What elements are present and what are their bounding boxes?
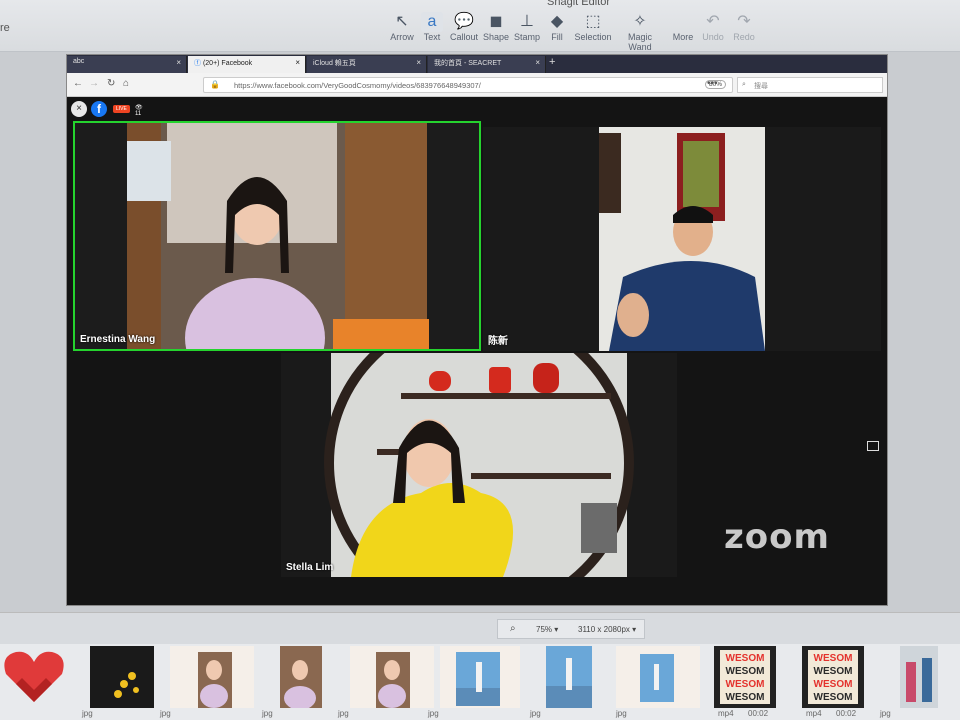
participant-name: Ernestina Wang xyxy=(80,334,156,345)
tray-item[interactable]: jpg xyxy=(262,646,322,718)
close-icon[interactable]: × xyxy=(416,58,421,67)
selection-icon: ⬚ xyxy=(585,13,601,30)
thumbnail xyxy=(900,646,938,708)
redo-icon: ↷ xyxy=(737,13,751,30)
tab-icloud[interactable]: iCloud 賴五頁 × xyxy=(307,56,427,73)
search-icon[interactable]: ⌕ xyxy=(510,623,516,634)
new-tab-button[interactable]: + xyxy=(549,56,555,68)
url-input[interactable]: 🔒 https://www.facebook.com/VeryGoodCosmo… xyxy=(203,77,733,93)
viewer-count: 👁 11 xyxy=(135,105,143,117)
thumbnail: WESOM WESOM WESOM WESOM xyxy=(714,646,776,708)
search-input[interactable]: ⌕ 搜尋 xyxy=(737,77,883,93)
close-icon[interactable]: × xyxy=(71,101,87,117)
participant-name: Stella Lim xyxy=(286,562,334,573)
participant-video xyxy=(324,353,634,577)
participant-tile-chenxin[interactable]: 陈新 xyxy=(483,127,881,351)
address-bar: ← → ↻ ⌂ 🔒 https://www.facebook.com/VeryG… xyxy=(67,73,887,97)
tray-item[interactable]: jpg xyxy=(160,646,254,718)
thumbnail xyxy=(350,646,434,708)
status-bar: ⌕ 75% ▾ 3110 x 2080px ▾ xyxy=(0,612,960,644)
participant-tile-stella[interactable]: Stella Lim xyxy=(281,353,677,577)
redo-button[interactable]: ↷ Redo xyxy=(720,12,768,42)
image-dimensions-dropdown[interactable]: 3110 x 2080px ▾ xyxy=(578,625,636,634)
tray-item[interactable]: jpg xyxy=(338,646,434,718)
tray-item[interactable]: jpg xyxy=(428,646,520,718)
reload-icon[interactable]: ↻ xyxy=(107,78,115,89)
tab-abc[interactable]: abc × xyxy=(67,56,187,73)
thumbnail: WESOM WESOM WESOM WESOM xyxy=(802,646,864,708)
participant-tile-ernestina[interactable]: Ernestina Wang xyxy=(73,121,481,351)
tray-item[interactable]: jpg xyxy=(82,646,154,718)
tray-item-video[interactable]: WESOM WESOM WESOM WESOM mp4 00:02 xyxy=(714,646,776,718)
magic-wand-icon: ✧ xyxy=(633,13,647,30)
captured-browser-window: abc × ⓕ (20+) Facebook × iCloud 賴五頁 × 我的首頁 … xyxy=(66,54,888,606)
selection-tool-button[interactable]: ⬚ Selection xyxy=(569,12,617,42)
search-icon: ⌕ xyxy=(742,81,746,88)
close-icon[interactable]: × xyxy=(176,58,181,67)
tab-seacret[interactable]: 我的首頁 - SEACRET × xyxy=(428,56,546,73)
thumbnail xyxy=(170,646,254,708)
tray-item[interactable] xyxy=(2,646,66,708)
back-icon[interactable]: ← xyxy=(73,78,83,89)
more-icon[interactable]: ••• xyxy=(707,78,718,89)
magic-wand-tool-button[interactable]: ✧ Magic Wand xyxy=(616,12,664,52)
tray-item[interactable]: jpg xyxy=(530,646,592,718)
recent-captures-tray: jpg jpg jpg jpg jpg jpg jpg WESOM WESOM … xyxy=(0,644,960,720)
thumbnail xyxy=(546,646,592,708)
thumbnail xyxy=(440,646,520,708)
participant-video xyxy=(599,127,765,351)
editor-title: Snagit Editor xyxy=(547,0,610,8)
lock-icon: 🔒 xyxy=(210,80,220,89)
zoom-level-dropdown[interactable]: 75% ▾ xyxy=(536,625,558,634)
facebook-logo-icon[interactable]: f xyxy=(91,101,107,117)
participant-video xyxy=(127,123,429,349)
thumbnail xyxy=(616,646,700,708)
forward-icon[interactable]: → xyxy=(89,78,99,89)
editor-left-label: re xyxy=(0,22,10,34)
live-badge: LIVE xyxy=(113,105,130,113)
tray-item[interactable]: jpg xyxy=(616,646,700,718)
thumbnail xyxy=(280,646,322,710)
participant-name: 陈新 xyxy=(488,336,508,347)
facebook-icon: ⓕ xyxy=(194,60,201,67)
editor-toolbar: Snagit Editor re ↖ Arrow a Text 💬 Callou… xyxy=(0,0,960,52)
zoom-logo: zoom xyxy=(724,517,830,557)
close-icon[interactable]: × xyxy=(295,58,300,67)
home-icon[interactable]: ⌂ xyxy=(123,78,129,89)
tab-facebook[interactable]: ⓕ (20+) Facebook × xyxy=(188,56,306,73)
heart-icon xyxy=(4,651,64,702)
close-icon[interactable]: × xyxy=(535,58,540,67)
tray-item[interactable]: jpg xyxy=(880,646,938,718)
tray-item-video[interactable]: WESOM WESOM WESOM WESOM mp4 00:02 xyxy=(802,646,864,718)
screen-share-icon[interactable] xyxy=(867,441,879,451)
zoom-controls: ⌕ 75% ▾ 3110 x 2080px ▾ xyxy=(497,619,645,639)
live-video-player[interactable]: × f LIVE 👁 11 Ernestina Wang 陈新 Stella L… xyxy=(67,97,887,605)
thumbnail xyxy=(90,646,154,708)
browser-tab-bar: abc × ⓕ (20+) Facebook × iCloud 賴五頁 × 我的首頁 … xyxy=(67,55,887,73)
